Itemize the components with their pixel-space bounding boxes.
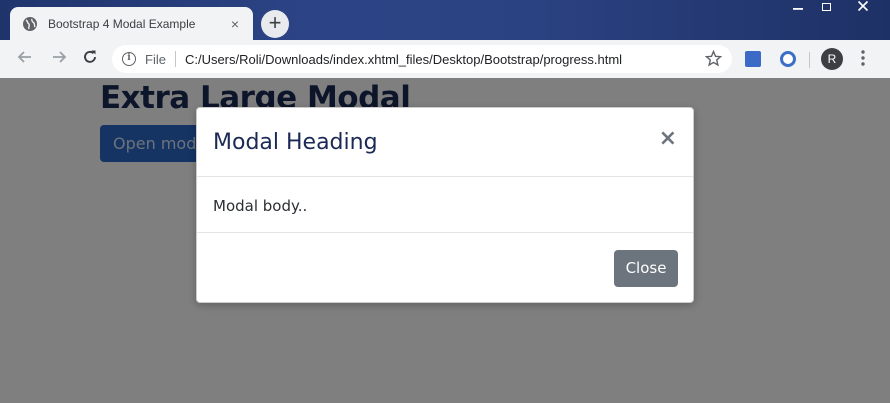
forward-arrow-icon[interactable] [48, 48, 70, 70]
info-icon[interactable]: i [122, 52, 136, 66]
address-bar[interactable]: i File C:/Users/Roli/Downloads/index.xht… [112, 45, 732, 73]
extension-circle-icon[interactable] [780, 51, 796, 67]
modal-dialog: Modal Heading × Modal body.. Close [196, 107, 694, 303]
extension-icon[interactable] [745, 51, 761, 67]
modal-header: Modal Heading × [197, 108, 693, 177]
reload-icon[interactable] [79, 48, 101, 70]
tab-title: Bootstrap 4 Modal Example [48, 16, 196, 31]
page-viewport: Extra Large Modal Open modal Modal Headi… [0, 78, 890, 403]
new-tab-button[interactable]: + [261, 10, 289, 38]
maximize-icon[interactable] [812, 0, 840, 16]
modal-body: Modal body.. [197, 177, 693, 233]
browser-toolbar: i File C:/Users/Roli/Downloads/index.xht… [0, 40, 890, 78]
tab-close-icon[interactable]: × [227, 16, 243, 32]
modal-body-text: Modal body.. [213, 197, 308, 215]
window-close-icon[interactable] [846, 0, 880, 16]
back-arrow-icon[interactable] [14, 48, 36, 70]
modal-title: Modal Heading [213, 130, 378, 155]
url-text[interactable]: C:/Users/Roli/Downloads/index.xhtml_file… [185, 52, 622, 67]
menu-kebab-icon[interactable] [858, 49, 868, 69]
window-titlebar: Bootstrap 4 Modal Example × + [0, 0, 890, 40]
profile-avatar[interactable]: R [821, 48, 843, 70]
modal-footer: Close [197, 234, 693, 304]
scheme-label: File [145, 51, 166, 67]
minimize-icon[interactable] [784, 0, 812, 16]
browser-tab[interactable]: Bootstrap 4 Modal Example × [10, 7, 253, 40]
bookmark-star-icon[interactable] [704, 49, 723, 72]
close-button[interactable]: Close [614, 250, 678, 287]
globe-icon [23, 16, 37, 31]
toolbar-divider [809, 52, 810, 68]
address-separator [174, 51, 176, 67]
modal-close-icon[interactable]: × [659, 128, 677, 150]
